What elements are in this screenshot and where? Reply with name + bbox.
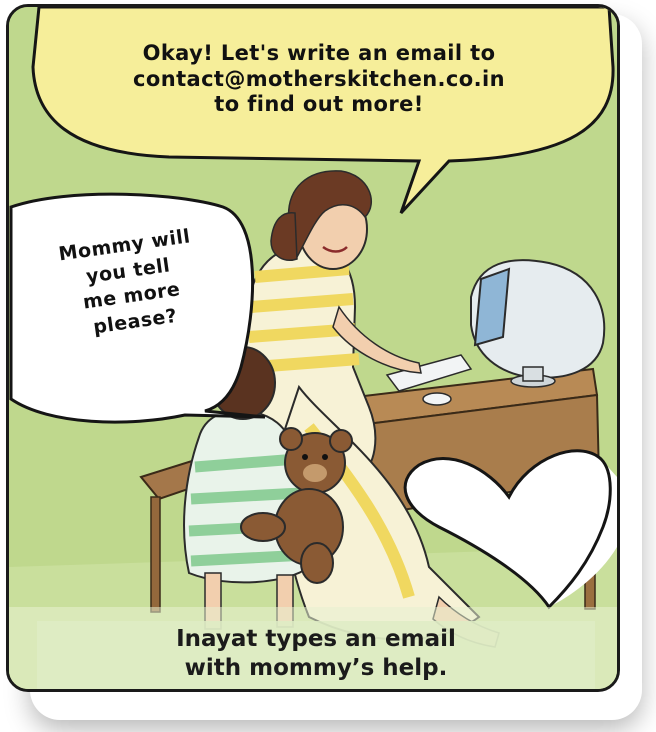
caption-line-1: Inayat types an email: [176, 626, 456, 652]
comic-stage: Okay! Let's write an email to contact@mo…: [0, 0, 656, 732]
comic-panel: Okay! Let's write an email to contact@mo…: [6, 4, 620, 692]
caption-text: Inayat types an email with mommy’s help.: [37, 625, 595, 684]
caption-line-2: with mommy’s help.: [184, 655, 448, 682]
top-speech-line-1: Okay! Let's write an email to: [142, 41, 496, 65]
top-speech-line-3: to find out more!: [214, 92, 424, 117]
top-speech-line-2: contact@motherskitchen.co.in: [133, 66, 505, 91]
top-speech-text: Okay! Let's write an email to contact@mo…: [69, 41, 569, 118]
mouse: [422, 392, 452, 406]
